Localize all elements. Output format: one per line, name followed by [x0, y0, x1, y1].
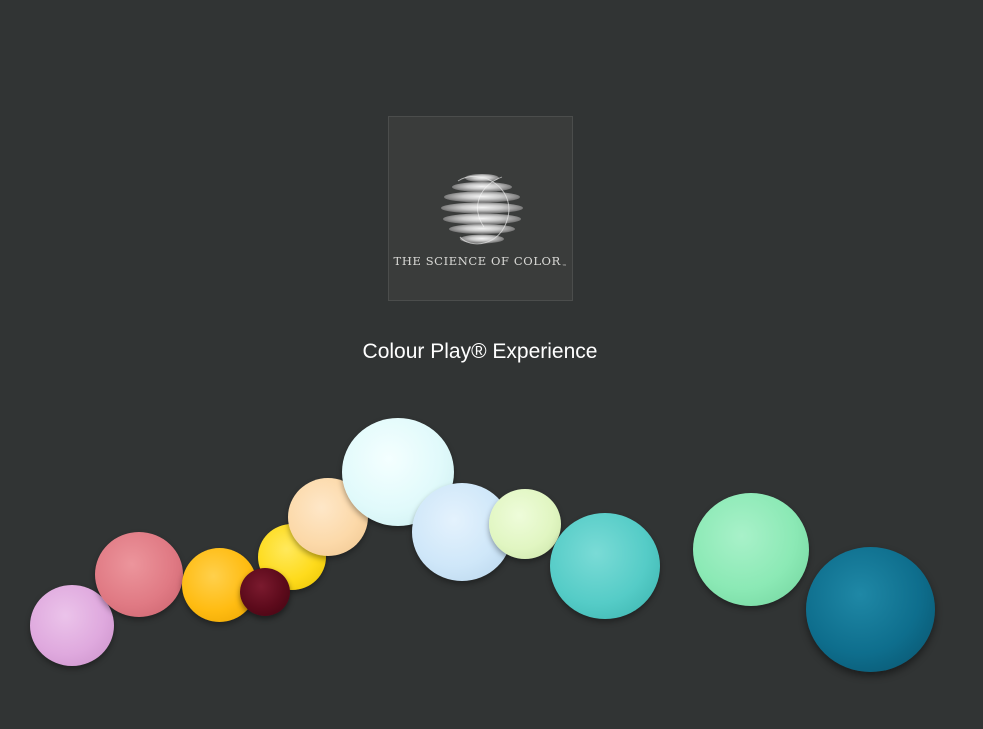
swatch-mint [693, 493, 809, 606]
brand-logo-text: THE SCIENCE OF COLOR™ [393, 254, 568, 270]
striped-sphere-icon [441, 174, 523, 245]
swatch-pale-lime [489, 489, 561, 559]
splash-screen: THE SCIENCE OF COLOR™ Colour Play® Exper… [0, 0, 983, 729]
page-title: Colour Play® Experience [362, 340, 598, 363]
brand-logo: THE SCIENCE OF COLOR™ [388, 116, 573, 301]
swatch-turquoise [550, 513, 660, 619]
swatch-deep-teal [806, 547, 935, 672]
swatch-coral-pink [95, 532, 183, 617]
swatch-burgundy [240, 568, 290, 616]
